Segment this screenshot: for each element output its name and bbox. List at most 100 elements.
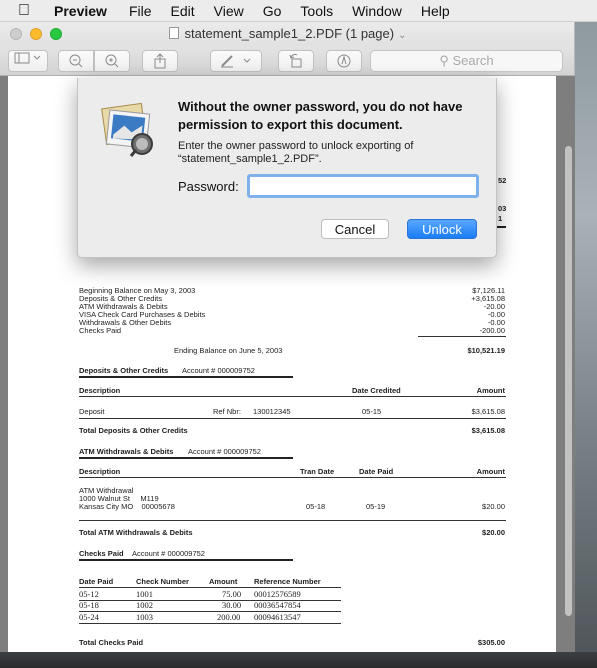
unlock-button[interactable]: Unlock (407, 219, 477, 239)
share-icon (154, 53, 166, 69)
check-reference: 00036547854 (254, 600, 301, 610)
menu-app-name[interactable]: Preview (54, 0, 107, 22)
column-header: Date Paid (359, 467, 394, 476)
column-header: Reference Number (254, 577, 321, 586)
menu-tools[interactable]: Tools (300, 0, 333, 22)
dialog-message: Enter the owner password to unlock expor… (178, 140, 414, 165)
deposit-description: Deposit (79, 407, 105, 416)
checks-total-amount: $305.00 (477, 638, 505, 647)
atm-total-label: Total ATM Withdrawals & Debits (79, 528, 193, 537)
divider (79, 376, 293, 378)
annotate-icon (337, 54, 351, 68)
divider (79, 611, 341, 612)
zoom-out-button[interactable] (58, 50, 94, 72)
divider (496, 226, 506, 228)
menu-file[interactable]: File (129, 0, 152, 22)
check-date: 05-18 (79, 600, 99, 610)
column-header: Amount (476, 386, 505, 395)
atm-amount: $20.00 (482, 502, 505, 511)
search-placeholder: Search (452, 53, 494, 68)
deposit-date: 05-15 (362, 407, 382, 416)
deposit-ref: 130012345 (253, 407, 291, 416)
menu-view[interactable]: View (214, 0, 244, 22)
column-header: Amount (209, 577, 238, 586)
share-button[interactable] (142, 50, 178, 72)
apple-menu-icon[interactable]:  (18, 0, 36, 22)
deposits-total-label: Total Deposits & Other Credits (79, 426, 188, 435)
column-header: Amount (476, 467, 505, 476)
atm-description-line: Kansas City MO 00005678 (79, 502, 175, 511)
checks-heading: Checks Paid (79, 549, 124, 558)
check-amount: 30.00 (222, 600, 242, 610)
sidebar-toggle-button[interactable] (8, 50, 48, 72)
check-reference: 00094613547 (254, 612, 301, 622)
atm-total-amount: $20.00 (482, 528, 505, 537)
divider (418, 336, 506, 337)
menu-edit[interactable]: Edit (171, 0, 195, 22)
divider (79, 587, 341, 588)
password-label: Password: (178, 179, 239, 194)
column-header: Description (79, 467, 121, 476)
hidden-value-3: 1 (498, 214, 503, 223)
check-number: 1002 (136, 600, 153, 610)
atm-account: Account # 000009752 (188, 447, 261, 456)
divider (79, 623, 341, 624)
checks-account: Account # 000009752 (132, 549, 205, 558)
dialog-title: Without the owner password, you do not h… (178, 99, 463, 132)
zoom-out-icon (69, 54, 83, 68)
password-field[interactable] (247, 174, 479, 198)
annotate-button[interactable] (326, 50, 362, 72)
chevron-down-icon[interactable]: ⌄ (398, 30, 406, 41)
pen-icon (221, 55, 251, 68)
hidden-value-2: 03 (498, 204, 507, 213)
divider (79, 418, 506, 419)
title-bar[interactable]: statement_sample1_2.PDF (1 page) ⌄ (0, 22, 574, 46)
check-amount: 200.00 (217, 612, 241, 622)
column-header: Tran Date (300, 467, 335, 476)
menu-help[interactable]: Help (421, 0, 450, 22)
ending-balance-label: Ending Balance on June 5, 2003 (174, 346, 283, 355)
atm-tran-date: 05-18 (306, 502, 326, 511)
atm-date-paid: 05-19 (366, 502, 386, 511)
document-icon (168, 27, 179, 39)
window-title-area: statement_sample1_2.PDF (1 page) ⌄ (0, 26, 575, 41)
column-header: Date Credited (352, 386, 401, 395)
divider (79, 457, 293, 459)
atm-heading: ATM Withdrawals & Debits (79, 447, 174, 456)
sidebar-icon (14, 52, 41, 64)
check-date: 05-12 (79, 589, 99, 599)
markup-button[interactable] (210, 50, 262, 72)
rotate-button[interactable] (278, 50, 314, 72)
toolbar: ⚲ Search (0, 46, 574, 76)
password-dialog: Without the owner password, you do not h… (77, 78, 497, 258)
checks-total-label: Total Checks Paid (79, 638, 144, 647)
divider (79, 396, 506, 397)
check-amount: 75.00 (222, 589, 242, 599)
menu-bar:  Preview File Edit View Go Tools Window… (0, 0, 597, 22)
divider (79, 520, 506, 521)
search-icon: ⚲ (439, 53, 449, 68)
check-number: 1001 (136, 589, 153, 599)
zoom-in-button[interactable] (94, 50, 130, 72)
menu-go[interactable]: Go (263, 0, 282, 22)
vertical-scrollbar[interactable] (565, 146, 572, 616)
window-title[interactable]: statement_sample1_2.PDF (1 page) (185, 26, 395, 41)
ending-balance-amount: $10,521.19 (467, 346, 505, 355)
search-field[interactable]: ⚲ Search (370, 50, 563, 72)
deposit-ref-label: Ref Nbr: (213, 407, 241, 416)
check-number: 1003 (136, 612, 153, 622)
divider (79, 477, 506, 478)
cancel-button[interactable]: Cancel (321, 219, 389, 239)
deposits-total-amount: $3,615.08 (471, 426, 505, 435)
column-header: Check Number (136, 577, 189, 586)
hidden-value-1: 52 (498, 176, 507, 185)
rotate-icon (289, 53, 302, 68)
divider (79, 559, 293, 561)
divider (79, 600, 341, 601)
deposit-amount: $3,615.08 (471, 407, 505, 416)
column-header: Description (79, 386, 121, 395)
menu-window[interactable]: Window (352, 0, 402, 22)
desktop-background-bottom (0, 652, 597, 668)
check-reference: 00012576589 (254, 589, 301, 599)
zoom-in-icon (105, 54, 119, 68)
